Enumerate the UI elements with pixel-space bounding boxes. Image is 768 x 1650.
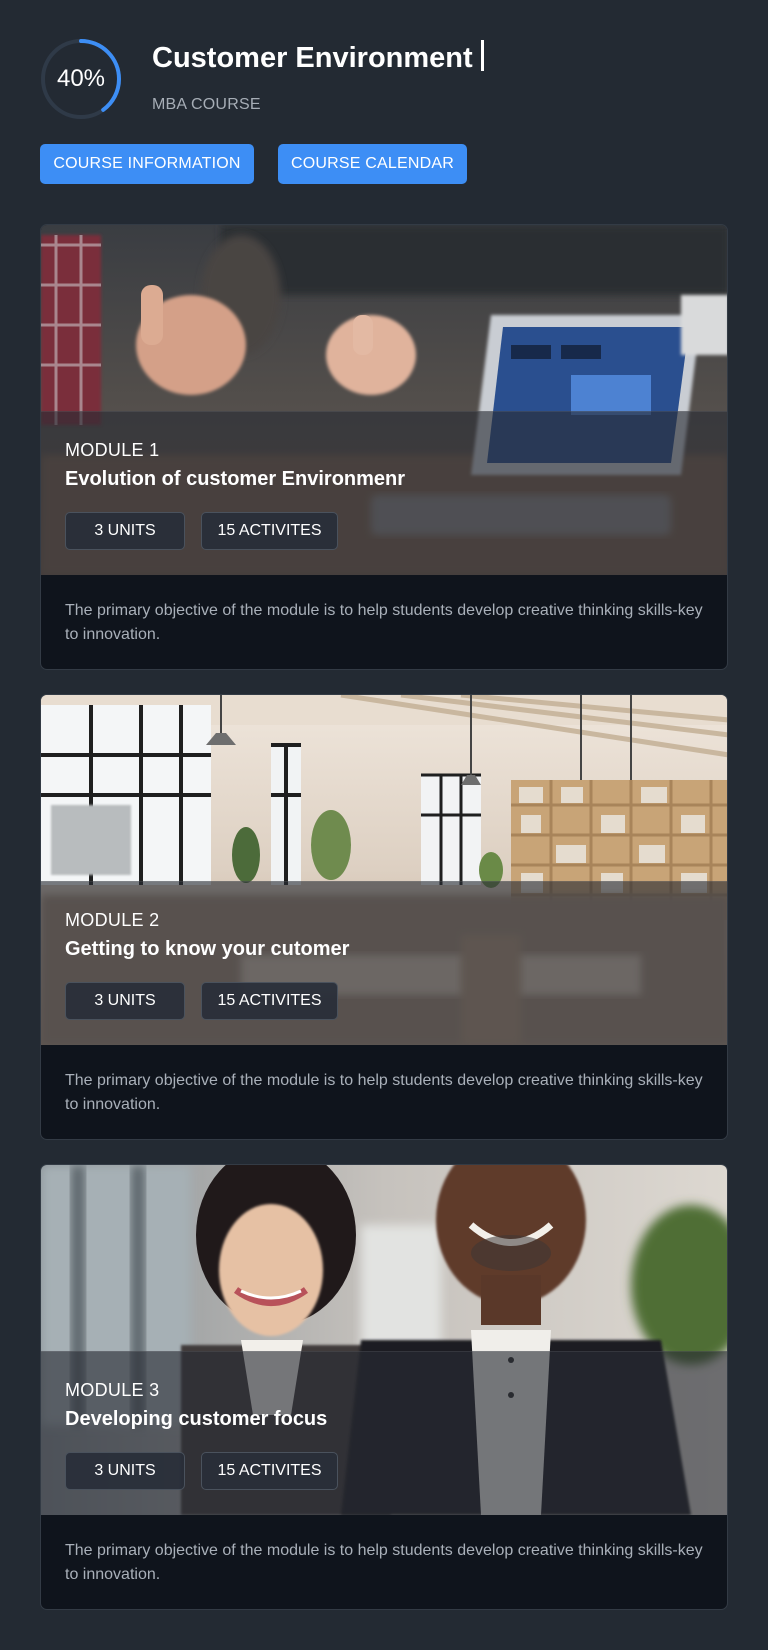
module-label: MODULE 2 [65,910,160,930]
module-card-1[interactable]: MODULE 1 Evolution of customer Environme… [40,224,728,670]
module-2-overlay: MODULE 2 Getting to know your cutomer 3 … [41,881,727,1045]
units-badge[interactable]: 3 UNITS [65,1452,185,1490]
text-cursor [480,40,484,71]
page-subtitle: MBA COURSE [152,96,261,113]
module-description: The primary objective of the module is t… [65,1542,703,1583]
module-3-image: MODULE 3 Developing customer focus 3 UNI… [41,1165,727,1515]
module-title: Getting to know your cutomer [65,938,350,960]
page-title: Customer Environment [152,40,484,75]
module-1-overlay: MODULE 1 Evolution of customer Environme… [41,411,727,575]
activities-badge[interactable]: 15 ACTIVITES [201,512,338,550]
module-title: Evolution of customer Environmenr [65,468,406,490]
module-label: MODULE 1 [65,440,160,460]
course-page: 40% Customer Environment MBA COURSE COUR… [0,0,768,1650]
course-calendar-button[interactable]: COURSE CALENDAR [278,144,467,184]
activities-badge[interactable]: 15 ACTIVITES [201,1452,338,1490]
course-information-button[interactable]: COURSE INFORMATION [40,144,254,184]
module-1-image: MODULE 1 Evolution of customer Environme… [41,225,727,575]
module-description: The primary objective of the module is t… [65,1072,703,1113]
units-badge[interactable]: 3 UNITS [65,982,185,1020]
course-header: 40% Customer Environment MBA COURSE [40,38,728,122]
activities-badge[interactable]: 15 ACTIVITES [201,982,338,1020]
module-label: MODULE 3 [65,1380,160,1400]
progress-ring: 40% [40,38,122,120]
module-description: The primary objective of the module is t… [65,602,703,643]
page-title-text: Customer Environment [152,42,473,74]
progress-percent: 40% [56,65,106,92]
module-card-2[interactable]: MODULE 2 Getting to know your cutomer 3 … [40,694,728,1140]
units-badge[interactable]: 3 UNITS [65,512,185,550]
module-card-3[interactable]: MODULE 3 Developing customer focus 3 UNI… [40,1164,728,1610]
module-2-image: MODULE 2 Getting to know your cutomer 3 … [41,695,727,1045]
module-3-overlay: MODULE 3 Developing customer focus 3 UNI… [41,1351,727,1515]
module-title: Developing customer focus [65,1408,328,1430]
